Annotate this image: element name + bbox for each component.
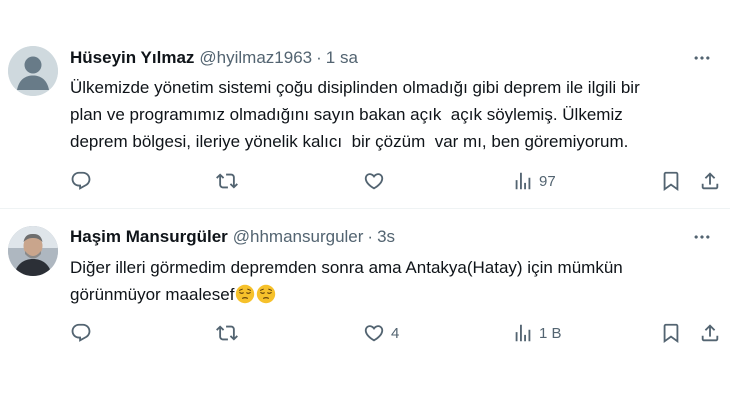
tweet-text: Ülkemizde yönetim sistemi çoğu disiplind…: [70, 78, 640, 151]
tweet-item[interactable]: Hüseyin Yılmaz @hyilmaz1963 · 1 sa Ülkem…: [0, 0, 730, 209]
share-icon: [699, 170, 721, 192]
author-handle[interactable]: @hyilmaz1963: [199, 48, 312, 68]
separator-dot: ·: [316, 48, 322, 67]
tweet-text-container: Diğer illeri görmedim depremden sonra am…: [70, 254, 710, 308]
tweet-header: Haşim Mansurgüler @hhmansurguler · 3s: [70, 226, 395, 248]
author-name[interactable]: Hüseyin Yılmaz: [70, 48, 194, 68]
profile-photo-icon: [8, 226, 58, 276]
retweet-button[interactable]: [216, 320, 238, 346]
separator-dot: ·: [367, 227, 374, 246]
more-icon: [692, 227, 712, 247]
author-handle[interactable]: @hhmansurguler: [233, 227, 364, 247]
like-button[interactable]: [363, 168, 391, 194]
reply-icon: [70, 322, 92, 344]
more-button[interactable]: [690, 48, 714, 68]
reply-button[interactable]: [70, 320, 92, 346]
avatar[interactable]: [8, 46, 58, 96]
share-button[interactable]: [699, 320, 721, 346]
share-button[interactable]: [699, 168, 721, 194]
view-count: 1 B: [539, 324, 562, 342]
reply-button[interactable]: [70, 168, 92, 194]
author-name[interactable]: Haşim Mansurgüler: [70, 227, 228, 247]
avatar[interactable]: [8, 226, 58, 276]
reply-icon: [70, 170, 92, 192]
default-avatar-icon: [8, 46, 58, 96]
like-button[interactable]: 4: [363, 320, 399, 346]
pensive-face-icon: [235, 284, 255, 304]
like-count: 4: [391, 324, 400, 342]
timestamp[interactable]: 1 sa: [326, 48, 358, 68]
tweet-item[interactable]: Haşim Mansurgüler @hhmansurguler · 3s Di…: [0, 209, 730, 420]
retweet-button[interactable]: [216, 168, 238, 194]
bookmark-button[interactable]: [660, 168, 682, 194]
view-count: 97: [539, 172, 556, 190]
heart-icon: [363, 170, 385, 192]
views-icon: [512, 322, 534, 344]
timestamp[interactable]: 3s: [377, 227, 395, 247]
bookmark-icon: [660, 322, 682, 344]
action-bar: 4 1 B: [70, 320, 722, 346]
views-button[interactable]: 1 B: [512, 320, 562, 346]
tweet-text: Diğer illeri görmedim depremden sonra am…: [70, 258, 623, 304]
views-icon: [512, 170, 534, 192]
bookmark-icon: [660, 170, 682, 192]
bookmark-button[interactable]: [660, 320, 682, 346]
views-button[interactable]: 97: [512, 168, 556, 194]
pensive-face-icon: [256, 284, 276, 304]
more-button[interactable]: [690, 227, 714, 247]
retweet-icon: [216, 170, 238, 192]
action-bar: 97: [70, 168, 722, 194]
retweet-icon: [216, 322, 238, 344]
more-icon: [692, 48, 712, 68]
heart-icon: [363, 322, 385, 344]
tweet-header: Hüseyin Yılmaz @hyilmaz1963 · 1 sa: [70, 47, 358, 69]
share-icon: [699, 322, 721, 344]
